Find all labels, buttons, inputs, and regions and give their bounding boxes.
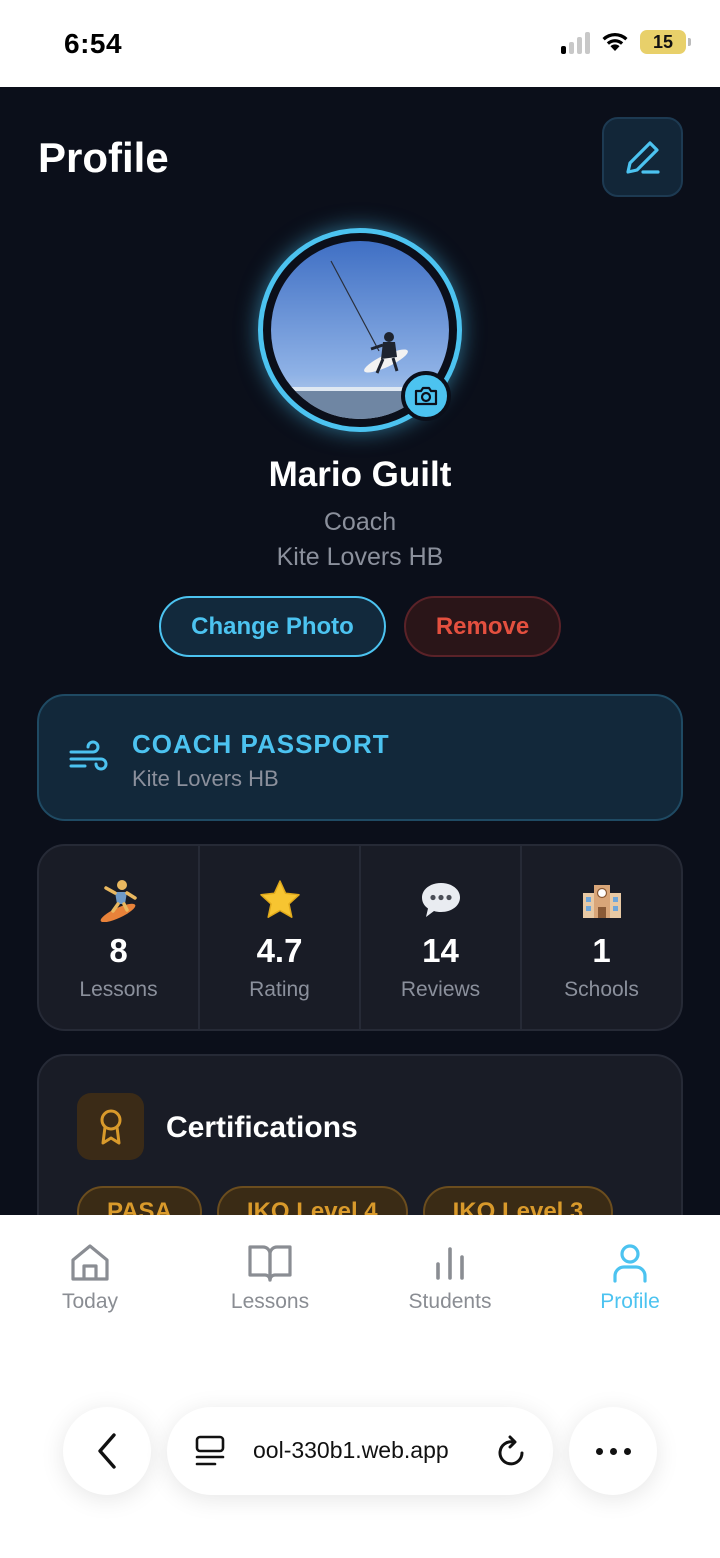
stat-value: 1 [592,932,611,969]
stat-reviews: 14 Reviews [361,846,522,1029]
change-photo-button[interactable]: Change Photo [159,596,386,657]
passport-subtitle: Kite Lovers HB [132,766,279,791]
user-icon [613,1244,647,1283]
bottom-nav: Today Lessons Students Profile [0,1215,720,1340]
passport-title: COACH PASSPORT [132,729,390,759]
nav-label: Students [408,1290,492,1313]
certifications-card: Certifications PASA IKO Level 4 IKO Leve… [37,1054,683,1215]
change-photo-camera-button[interactable] [401,371,451,421]
stat-label: Rating [249,978,310,1001]
stat-lessons: 8 Lessons [39,846,200,1029]
book-icon [248,1245,292,1282]
battery-icon: 15 [640,30,691,54]
edit-profile-button[interactable] [602,117,683,197]
nav-label: Lessons [230,1290,310,1313]
camera-icon [414,386,438,406]
status-time: 6:54 [64,28,123,59]
nav-profile[interactable]: Profile [540,1215,720,1340]
stat-label: Lessons [79,978,158,1001]
certification-chip[interactable]: IKO Level 4 [216,1186,408,1215]
chevron-left-icon [98,1433,116,1469]
remove-photo-button[interactable]: Remove [404,596,561,657]
certification-chips: PASA IKO Level 4 IKO Level 3 [77,1186,614,1215]
status-bar: 6:54 15 [0,0,720,87]
award-icon [77,1093,144,1160]
pencil-icon [625,141,660,174]
cellular-signal-icon [561,30,590,54]
certifications-title: Certifications [166,1111,358,1144]
speech-bubble-icon [419,878,463,922]
browser-toolbar: ool-330b1.web.app [0,1340,720,1558]
wind-icon [69,740,108,771]
nav-label: Today [61,1290,119,1313]
certification-chip[interactable]: PASA [77,1186,202,1215]
nav-label: Profile [600,1290,660,1313]
page-menu-icon [195,1435,225,1466]
nav-students[interactable]: Students [360,1215,540,1340]
reload-icon[interactable] [495,1433,529,1469]
stat-schools: 1 Schools [522,846,681,1029]
profile-name: Mario Guilt [268,455,452,494]
stat-rating: 4.7 Rating [200,846,361,1029]
more-dot-icon [609,1447,617,1455]
profile-school: Kite Lovers HB [276,543,444,571]
stat-label: Reviews [400,978,481,1001]
browser-address-bar[interactable]: ool-330b1.web.app [167,1407,553,1495]
browser-back-button[interactable] [63,1407,151,1495]
profile-role: Coach [323,508,397,536]
more-dot-icon [595,1447,603,1455]
bar-chart-icon [436,1247,464,1280]
certification-chip[interactable]: IKO Level 3 [422,1186,614,1215]
stats-panel: 8 Lessons 4.7 Rating 14 Reviews 1 School… [37,844,683,1031]
stat-value: 14 [422,932,459,969]
wifi-icon [602,32,628,51]
nav-today[interactable]: Today [0,1215,180,1340]
stat-value: 8 [109,932,128,969]
profile-screen: Profile Mario Guilt Coach Kite Lovers HB… [0,87,720,1215]
browser-url: ool-330b1.web.app [253,1437,449,1463]
status-indicators: 15 [561,30,691,54]
surfer-icon [97,878,141,922]
nav-lessons[interactable]: Lessons [180,1215,360,1340]
coach-passport-card[interactable]: COACH PASSPORT Kite Lovers HB [37,694,683,821]
stat-label: Schools [564,978,639,1001]
star-icon [258,878,302,922]
home-icon [71,1244,109,1281]
stat-value: 4.7 [256,932,303,969]
browser-more-button[interactable] [569,1407,657,1495]
page-title: Profile [38,134,169,181]
school-building-icon [580,878,624,922]
more-dot-icon [623,1447,631,1455]
